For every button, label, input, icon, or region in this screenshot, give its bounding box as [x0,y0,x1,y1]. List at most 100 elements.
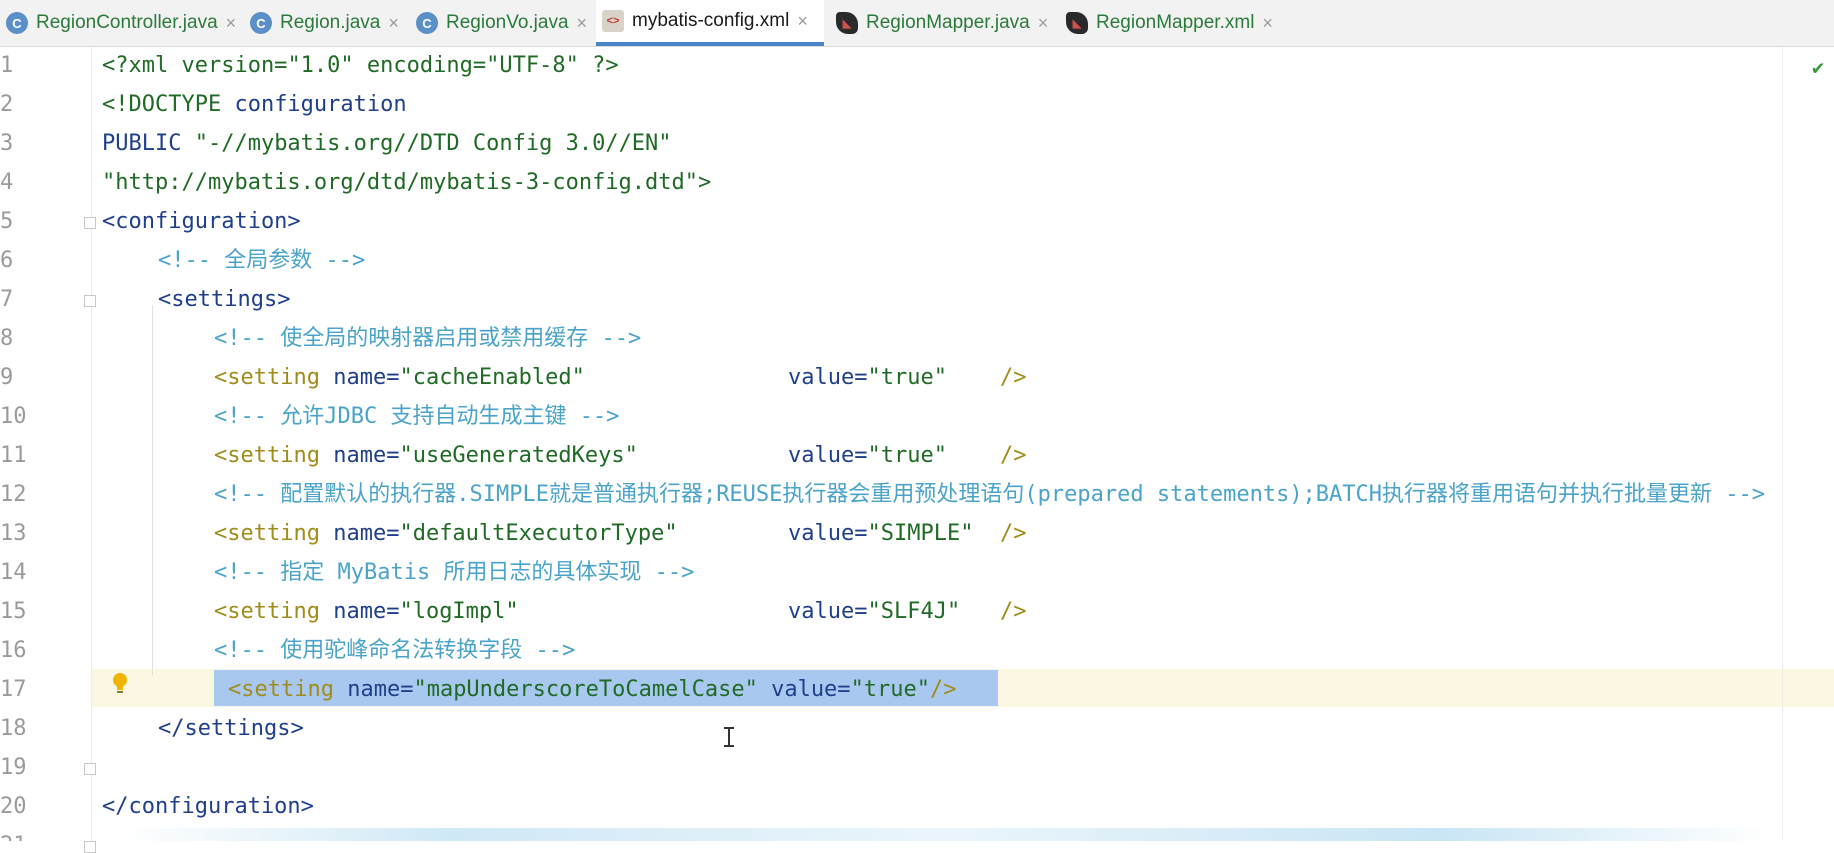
tab-label: RegionMapper.xml [1096,12,1255,33]
setting-tag: setting [227,599,320,624]
tab-regionvo-java[interactable]: C RegionVo.java × [410,0,594,46]
code-line-9: <setting name="cacheEnabled" [214,359,585,397]
value-attr: value= [771,677,851,702]
code-line-15-close: /> [1000,593,1027,631]
line-number: 10 [0,404,27,429]
fold-marker[interactable] [84,763,96,775]
line-number: 11 [0,443,27,468]
tab-label: mybatis-config.xml [632,10,790,31]
decorative-watermark [120,828,1770,841]
doctype-name: configuration [234,92,407,117]
attr-value: "SIMPLE" [867,521,974,546]
line-number: 14 [0,560,27,585]
tab-regionmapper-java[interactable]: ◣ RegionMapper.java × [830,0,1056,46]
xml-file-icon: <> [602,10,624,32]
xml-declaration: encoding= [353,53,487,78]
attr-value: "useGeneratedKeys" [399,443,638,468]
value-attr: value= [788,521,868,546]
name-attr: name= [319,599,400,624]
tab-mybatis-config-xml[interactable]: <> mybatis-config.xml × [596,0,824,46]
fold-marker[interactable] [84,295,96,307]
value-attr: value= [788,443,868,468]
setting-tag: setting [227,365,320,390]
close-icon[interactable]: × [797,11,808,32]
code-line-9-close: /> [1000,359,1027,397]
comment: <!-- 使用驼峰命名法转换字段 --> [214,638,576,663]
setting-tag: setting [227,443,320,468]
code-line-18: </settings> [158,710,304,748]
line-number: 20 [0,794,27,819]
tag-bracket: < [214,365,228,390]
line-number: 6 [0,248,14,273]
attr-value: "true" [867,443,947,468]
line-number: 17 [0,677,27,702]
tag-close: /> [1000,443,1027,468]
code-line-2: <!DOCTYPE configuration [102,86,407,124]
setting-tag: setting [227,521,320,546]
attr-value: "1.0" [287,53,354,78]
fold-marker[interactable] [84,217,96,229]
attr-value: "true" [867,365,947,390]
fold-marker[interactable] [84,841,96,853]
code-line-11: <setting name="useGeneratedKeys" [214,437,638,475]
public-keyword: PUBLIC [102,131,195,156]
close-icon[interactable]: × [1262,13,1273,34]
xml-declaration: ?> [578,53,619,78]
attr-value: "cacheEnabled" [399,365,585,390]
code-line-16: <!-- 使用驼峰命名法转换字段 --> [214,632,575,670]
tag-close: /> [1000,521,1027,546]
class-icon: C [6,12,28,34]
configuration-open-tag: <configuration> [102,209,301,234]
code-editor[interactable]: <?xml version="1.0" encoding="UTF-8" ?> … [102,47,1782,841]
editor-tab-bar: C RegionController.java × C Region.java … [0,0,1834,47]
tab-regioncontroller-java[interactable]: C RegionController.java × [0,0,240,46]
code-line-15-value: value="SLF4J" [788,593,960,631]
code-line-13-value: value="SIMPLE" [788,515,973,553]
attr-value: "mapUnderscoreToCamelCase" [413,677,758,702]
close-icon[interactable]: × [388,13,399,34]
code-line-17: <setting name="mapUnderscoreToCamelCase"… [228,671,957,709]
code-line-14: <!-- 指定 MyBatis 所用日志的具体实现 --> [214,554,694,592]
comment: <!-- 配置默认的执行器.SIMPLE就是普通执行器;REUSE执行器会重用预… [214,482,1766,507]
attr-value: "defaultExecutorType" [399,521,678,546]
attr-value: "logImpl" [399,599,519,624]
line-number: 12 [0,482,27,507]
tag-bracket: < [214,521,228,546]
line-number-gutter[interactable]: 1 2 3 4 5 6 7 8 9 10 11 12 13 14 15 16 1… [0,47,96,853]
name-attr: name= [319,521,400,546]
line-number: 1 [0,53,14,78]
code-line-7: <settings> [158,281,290,319]
tag-bracket: < [228,677,242,702]
line-number: 16 [0,638,27,663]
code-line-11-value: value="true" [788,437,947,475]
close-icon[interactable]: × [577,13,588,34]
code-line-4: "http://mybatis.org/dtd/mybatis-3-config… [102,164,711,202]
tab-region-java[interactable]: C Region.java × [244,0,404,46]
mybatis-bird-icon: ◣ [836,12,858,34]
line-number: 13 [0,521,27,546]
code-line-13-close: /> [1000,515,1027,553]
text-cursor-icon [724,727,734,747]
close-icon[interactable]: × [1038,13,1049,34]
tab-regionmapper-xml[interactable]: ◣ RegionMapper.xml × [1060,0,1280,46]
mybatis-bird-icon: ◣ [1066,12,1088,34]
close-icon[interactable]: × [226,13,237,34]
code-line-6: <!-- 全局参数 --> [158,242,365,280]
comment: <!-- 允许JDBC 支持自动生成主键 --> [214,404,620,429]
name-attr: name= [333,677,414,702]
xml-declaration: <?xml version= [102,53,288,78]
comment: <!-- 使全局的映射器启用或禁用缓存 --> [214,326,642,351]
line-number: 5 [0,209,14,234]
name-attr: name= [319,443,400,468]
configuration-close-tag: </configuration> [102,794,314,819]
doctype-keyword: <!DOCTYPE [102,92,235,117]
line-number: 3 [0,131,14,156]
settings-open-tag: <settings> [158,287,291,312]
name-attr: name= [319,365,400,390]
value-attr: value= [788,365,868,390]
inspection-ok-icon[interactable]: ✔ [1812,55,1824,79]
code-line-11-close: /> [1000,437,1027,475]
tab-label: RegionVo.java [446,12,569,33]
error-stripe[interactable] [1782,47,1834,841]
